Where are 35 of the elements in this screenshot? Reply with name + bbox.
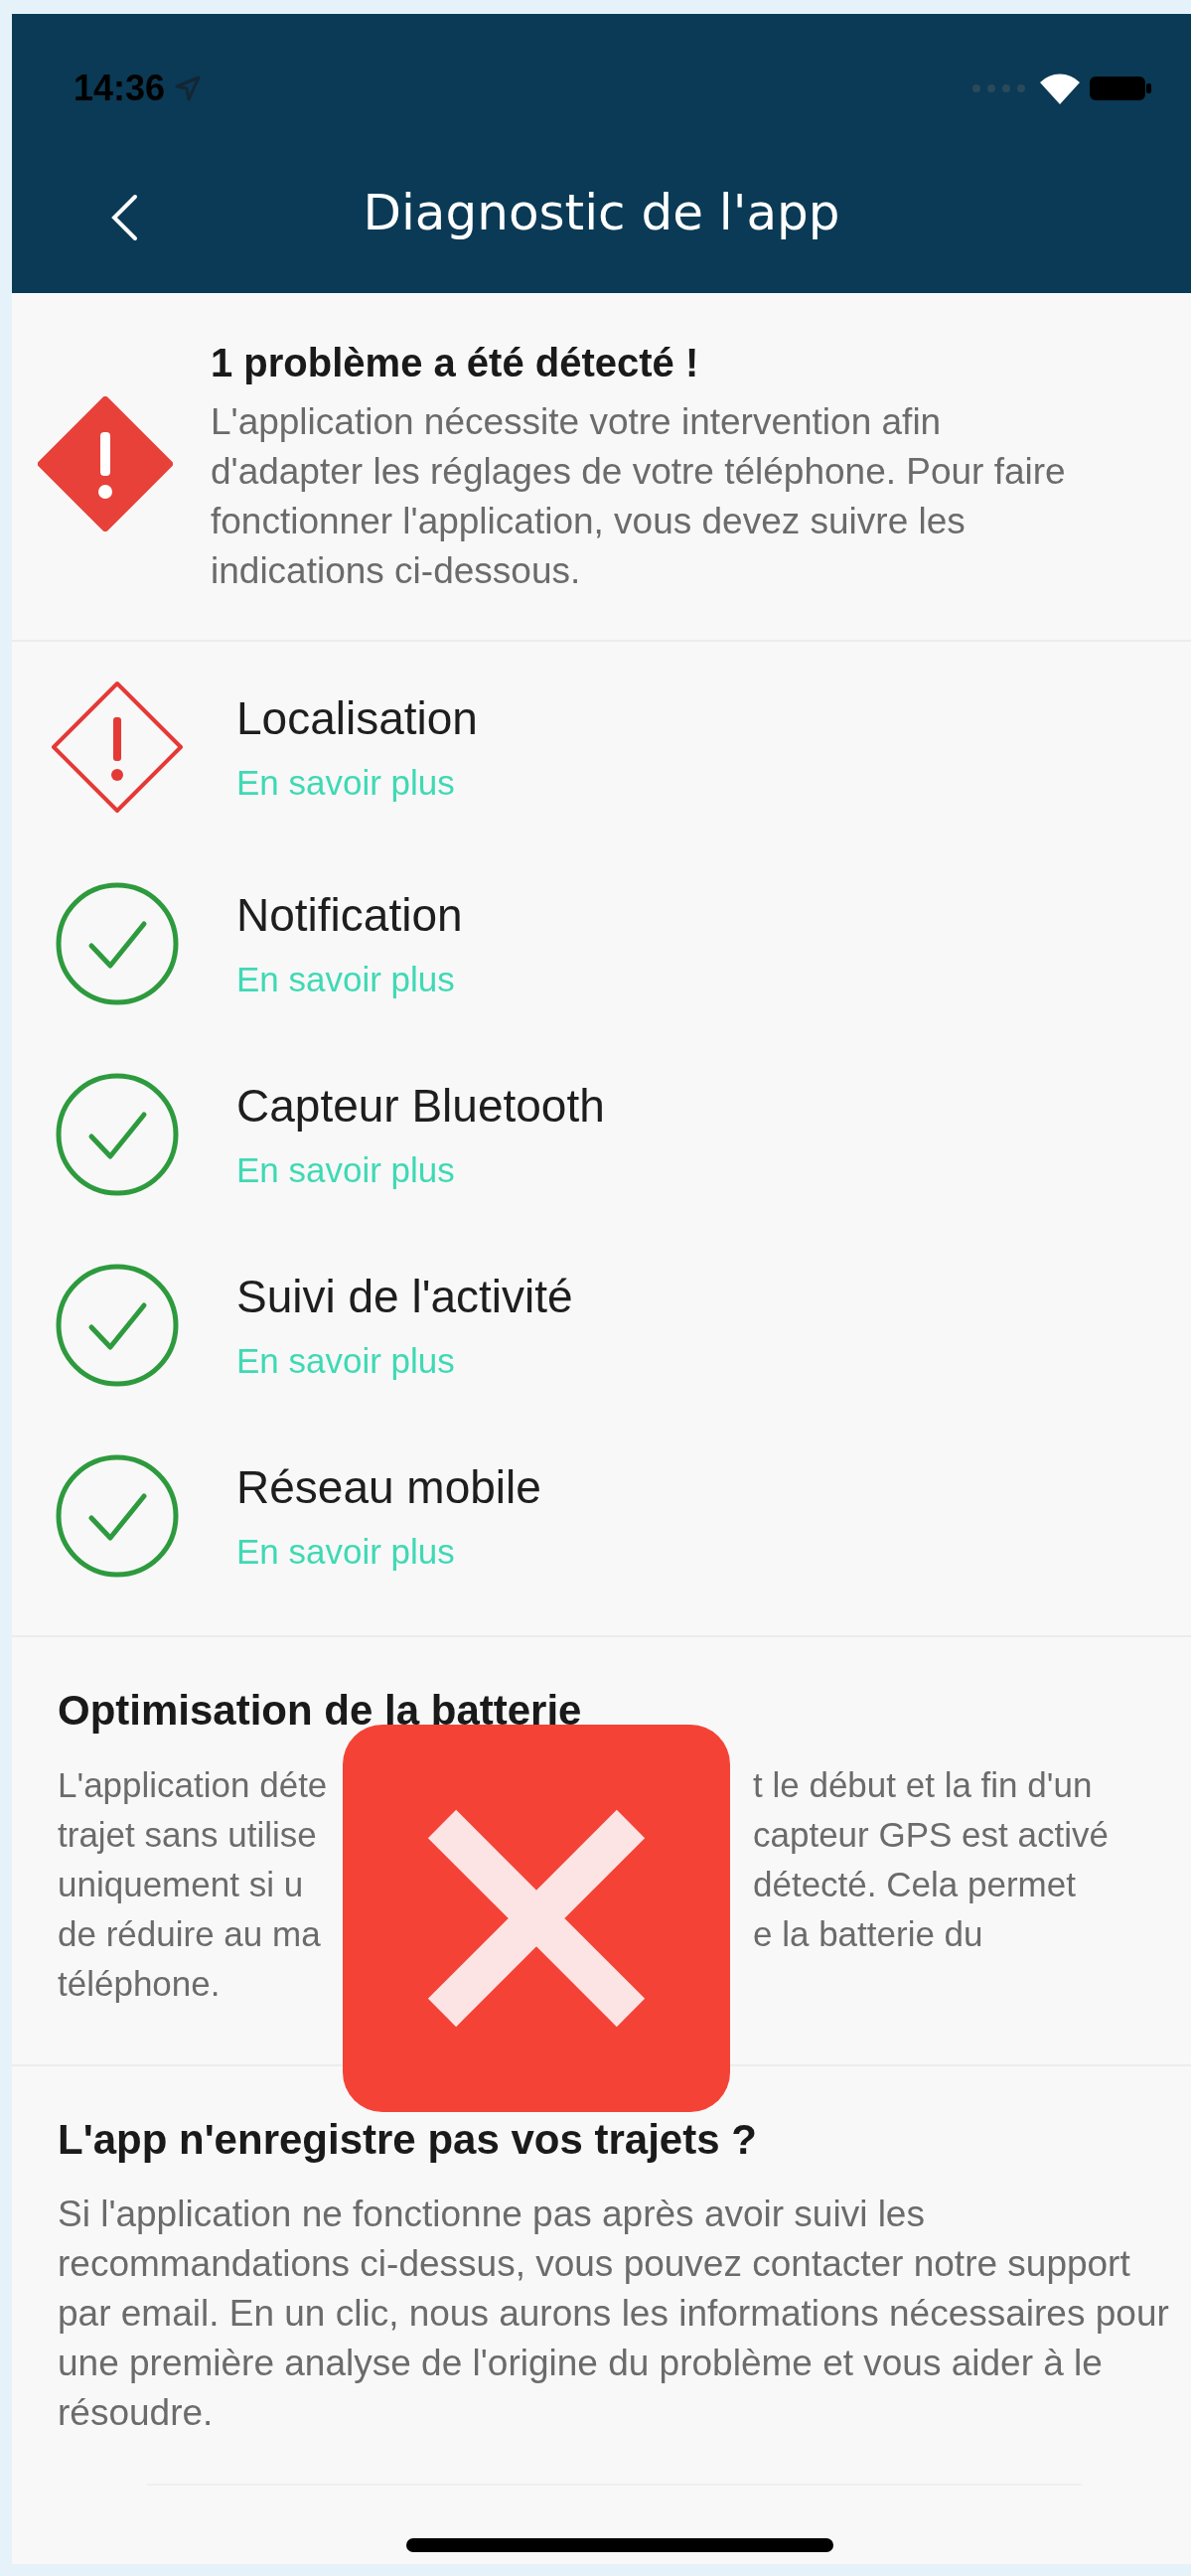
learn-more-link[interactable]: En savoir plus (236, 960, 463, 999)
paragraph-fragment: L'application déte (58, 1764, 329, 1806)
paragraph-fragment: uniquement si u (58, 1864, 305, 1905)
location-arrow-icon (175, 76, 202, 101)
warning-icon (38, 396, 173, 531)
paragraph-fragment: e la batterie du (753, 1913, 984, 1955)
alert-title: 1 problème a été détecté ! (211, 341, 700, 385)
battery-icon (1090, 75, 1151, 102)
check-label: Localisation (236, 691, 478, 745)
section-heading: Optimisation de la batterie (58, 1687, 583, 1735)
check-label: Réseau mobile (236, 1460, 541, 1514)
check-icon (54, 1452, 181, 1580)
status-time: 14:36 (74, 68, 166, 109)
support-text: Si l'application ne fonctionne pas après avoir suivi les recommandations ci-dessus, vous pouvez contacter notre support par email. En un clic, nous aurons les informations nécessaires pour une première analyse de l'origine du problème et vous aider à le résoudre. (58, 2193, 1170, 2435)
screen-title: Diagnostic de l'app (363, 184, 840, 241)
learn-more-link[interactable]: En savoir plus (236, 1150, 605, 1190)
paragraph-fragment: capteur GPS est activé (753, 1814, 1110, 1856)
back-icon (109, 193, 139, 242)
section-heading: L'app n'enregistre pas vos trajets ? (58, 2116, 758, 2164)
learn-more-link[interactable]: En savoir plus (236, 1341, 573, 1381)
alert-text: L'application nécessite votre intervention afin d'adapter les réglages de votre téléphone. Pour faire fonctionner l'application, vous devez suivre les indications ci-dessous. (211, 400, 1067, 593)
wifi-icon (1040, 73, 1080, 104)
paragraph-fragment: de réduire au ma (58, 1913, 322, 1955)
learn-more-link[interactable]: En savoir plus (236, 763, 478, 803)
check-icon (54, 1071, 181, 1198)
check-label: Capteur Bluetooth (236, 1079, 605, 1133)
check-icon (54, 880, 181, 1007)
paragraph-fragment: téléphone. (58, 1963, 222, 2005)
paragraph-fragment: détecté. Cela permet (753, 1864, 1077, 1905)
check-label: Notification (236, 888, 463, 942)
paragraph-fragment: t le début et la fin d'un (753, 1764, 1094, 1806)
paragraph-fragment: trajet sans utilise (58, 1814, 318, 1856)
check-label: Suivi de l'activité (236, 1270, 573, 1323)
check-icon (54, 1262, 181, 1389)
learn-more-link[interactable]: En savoir plus (236, 1532, 541, 1572)
